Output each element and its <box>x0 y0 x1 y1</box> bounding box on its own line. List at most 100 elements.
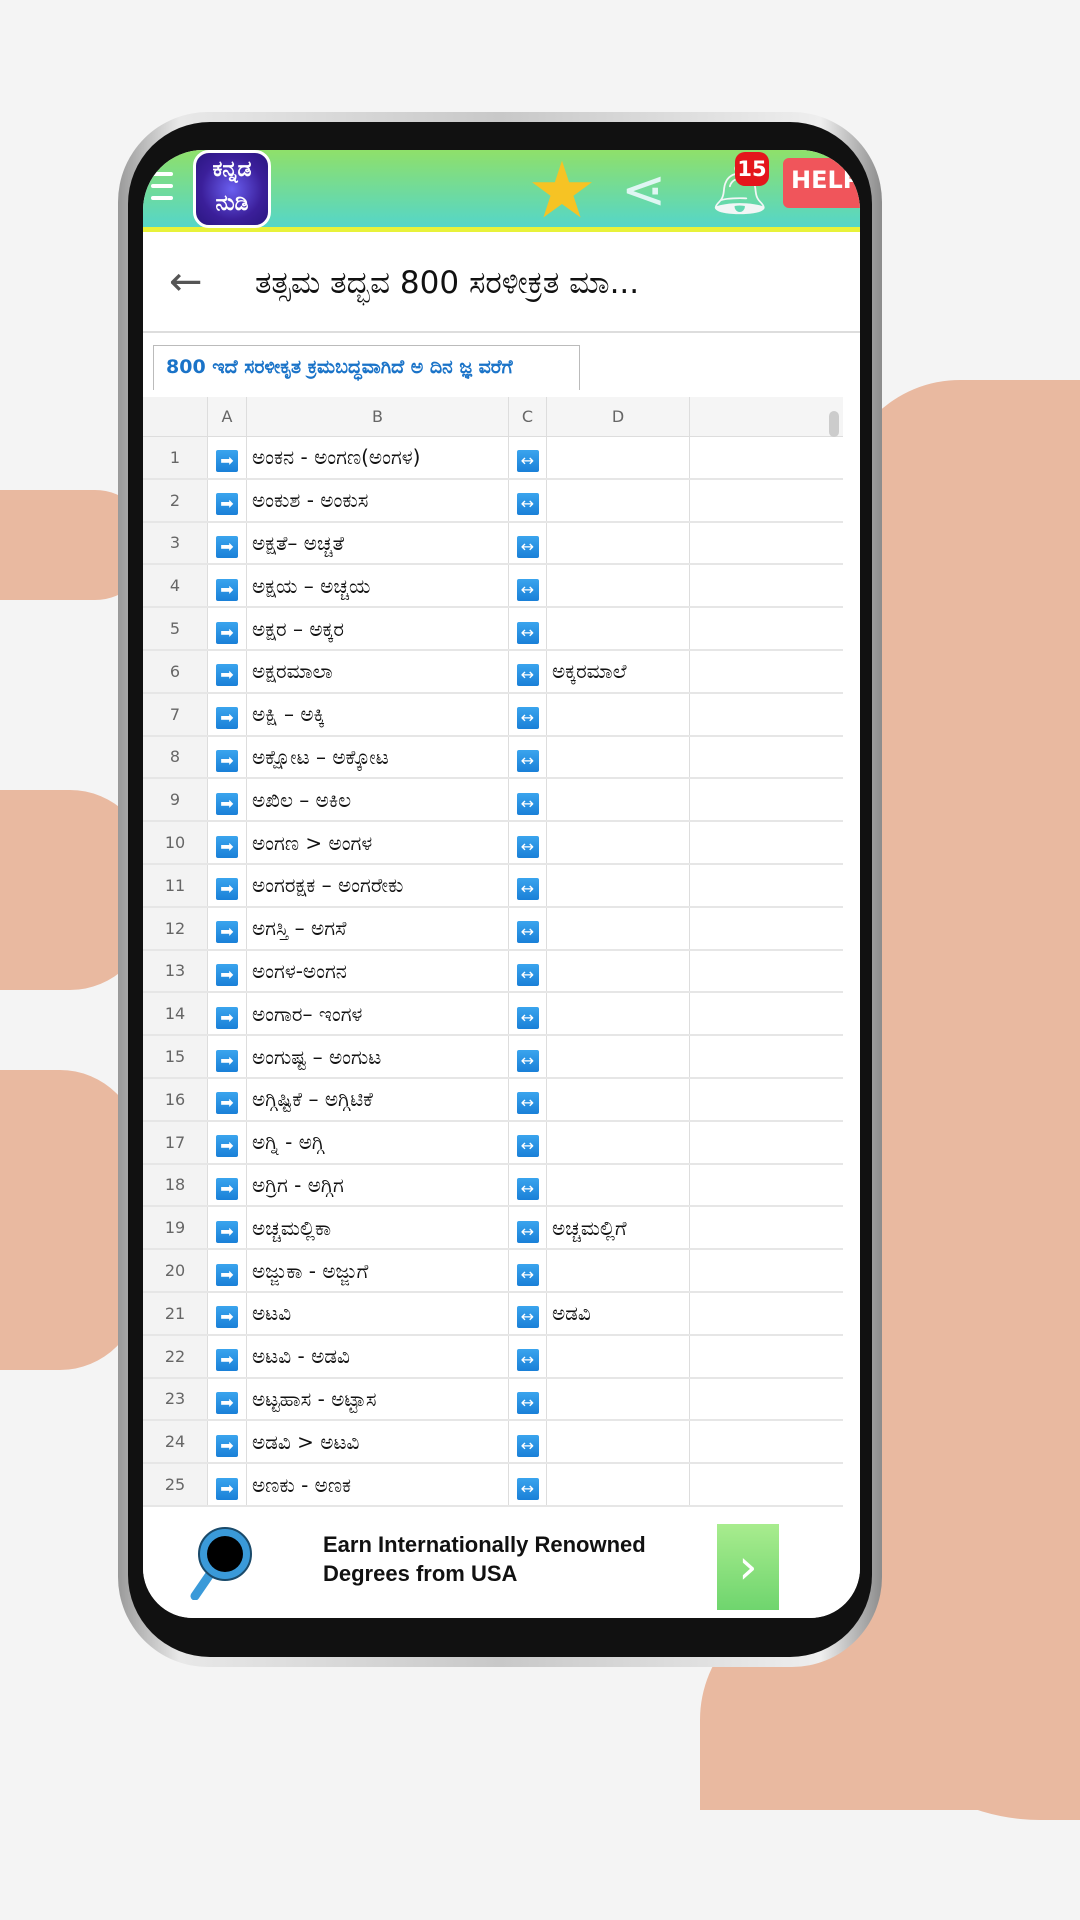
cell-d[interactable]: ಅಕ್ಕರಮಾಲೆ <box>547 650 690 692</box>
cell-b[interactable]: ಅಂಗುಷ್ಟ – ಅಂಗುಟ <box>247 1036 509 1077</box>
cell-a[interactable]: ➡ <box>208 1078 247 1120</box>
arrow-right-icon[interactable]: ➡ <box>216 1092 238 1115</box>
ad-banner[interactable]: Earn Internationally Renowned Degrees fro… <box>143 1522 860 1618</box>
arrow-right-icon[interactable]: ➡ <box>216 1434 238 1457</box>
cell-a[interactable]: ➡ <box>208 437 247 478</box>
cell-b[interactable]: ಅಂಕನ - ಅಂಗಣ(ಅಂಗಳ) <box>247 437 509 478</box>
swap-arrows-icon[interactable]: ↔ <box>516 1006 539 1029</box>
cell-c[interactable]: ↔ <box>509 1378 547 1420</box>
cell-b[interactable]: ಅಗಸ್ತಿ – ಅಗಸೆ <box>247 907 509 949</box>
cell-b[interactable]: ಅಂಗಳ-ಅಂಗನ <box>247 950 509 992</box>
cell-c[interactable]: ↔ <box>509 522 547 564</box>
cell-b[interactable]: ಅಂಗಾರ– ಇಂಗಳ <box>247 993 509 1035</box>
ad-text[interactable]: Earn Internationally Renowned Degrees fro… <box>323 1530 646 1588</box>
swap-arrows-icon[interactable]: ↔ <box>516 1263 539 1286</box>
column-header-a[interactable]: A <box>208 397 247 436</box>
cell-b[interactable]: ಅಕ್ಷಯ – ಅಚ್ಚಯ <box>247 565 509 607</box>
cell-d[interactable] <box>547 950 690 992</box>
cell-b[interactable]: ಅಗ್ಗಿಷ್ಟಿಕೆ – ಅಗ್ಗಿಟಿಕೆ <box>247 1078 509 1120</box>
cell-a[interactable]: ➡ <box>208 1121 247 1163</box>
arrow-right-icon[interactable]: ➡ <box>216 1049 238 1072</box>
cell-c[interactable]: ↔ <box>509 1036 547 1077</box>
cell-c[interactable]: ↔ <box>509 907 547 949</box>
star-icon[interactable]: ★ <box>527 152 597 230</box>
cell-c[interactable]: ↔ <box>509 693 547 735</box>
cell-b[interactable]: ಅಕ್ಷಿ – ಅಕ್ಕಿ <box>247 693 509 735</box>
cell-c[interactable]: ↔ <box>509 1421 547 1463</box>
ad-chevron-right-icon[interactable]: › <box>717 1524 779 1610</box>
cell-b[interactable]: ಅಗ್ನಿ - ಅಗ್ಗಿ <box>247 1121 509 1163</box>
cell-d[interactable] <box>547 736 690 778</box>
column-header-d[interactable]: D <box>547 397 690 436</box>
app-logo[interactable]: ಕನ್ನಡ ನುಡಿ <box>193 150 271 228</box>
arrow-right-icon[interactable]: ➡ <box>216 1349 238 1372</box>
cell-d[interactable] <box>547 522 690 564</box>
menu-icon[interactable] <box>151 172 173 208</box>
cell-c[interactable]: ↔ <box>509 864 547 906</box>
cell-d[interactable] <box>547 1164 690 1206</box>
arrow-right-icon[interactable]: ➡ <box>216 963 238 986</box>
cell-a[interactable]: ➡ <box>208 779 247 821</box>
arrow-right-icon[interactable]: ➡ <box>216 1220 238 1243</box>
cell-d[interactable] <box>547 1250 690 1291</box>
cell-a[interactable]: ➡ <box>208 907 247 949</box>
cell-b[interactable]: ಅಕ್ಷತೆ– ಅಚ್ಚತೆ <box>247 522 509 564</box>
cell-d[interactable]: ಅಚ್ಚಮಲ್ಲಿಗೆ <box>547 1207 690 1249</box>
cell-a[interactable]: ➡ <box>208 1292 247 1334</box>
cell-d[interactable] <box>547 1121 690 1163</box>
cell-c[interactable]: ↔ <box>509 1164 547 1206</box>
cell-a[interactable]: ➡ <box>208 650 247 692</box>
cell-a[interactable]: ➡ <box>208 693 247 735</box>
cell-b[interactable]: ಅಜ್ಜುಕಾ - ಅಜ್ಜುಗೆ <box>247 1250 509 1291</box>
cell-a[interactable]: ➡ <box>208 1421 247 1463</box>
cell-c[interactable]: ↔ <box>509 822 547 863</box>
swap-arrows-icon[interactable]: ↔ <box>516 1306 539 1329</box>
cell-c[interactable]: ↔ <box>509 779 547 821</box>
cell-d[interactable] <box>547 1335 690 1377</box>
swap-arrows-icon[interactable]: ↔ <box>516 621 539 644</box>
arrow-right-icon[interactable]: ➡ <box>216 1306 238 1329</box>
arrow-right-icon[interactable]: ➡ <box>216 1263 238 1286</box>
swap-arrows-icon[interactable]: ↔ <box>516 792 539 815</box>
cell-d[interactable] <box>547 565 690 607</box>
cell-c[interactable]: ↔ <box>509 437 547 478</box>
column-header-b[interactable]: B <box>247 397 509 436</box>
cell-d[interactable]: ಅಡವಿ <box>547 1292 690 1334</box>
swap-arrows-icon[interactable]: ↔ <box>516 707 539 730</box>
cell-a[interactable]: ➡ <box>208 1036 247 1077</box>
arrow-right-icon[interactable]: ➡ <box>216 1177 238 1200</box>
cell-c[interactable]: ↔ <box>509 479 547 521</box>
cell-c[interactable]: ↔ <box>509 1078 547 1120</box>
cell-c[interactable]: ↔ <box>509 608 547 649</box>
cell-d[interactable] <box>547 437 690 478</box>
cell-c[interactable]: ↔ <box>509 1292 547 1334</box>
cell-d[interactable] <box>547 1421 690 1463</box>
cell-c[interactable]: ↔ <box>509 650 547 692</box>
cell-d[interactable] <box>547 1378 690 1420</box>
cell-a[interactable]: ➡ <box>208 864 247 906</box>
cell-b[interactable]: ಅಟವಿ <box>247 1292 509 1334</box>
cell-b[interactable]: ಅಕ್ಷರಮಾಲಾ <box>247 650 509 692</box>
swap-arrows-icon[interactable]: ↔ <box>516 963 539 986</box>
cell-b[interactable]: ಅಖಿಲ – ಅಕಿಲ <box>247 779 509 821</box>
cell-b[interactable]: ಅಕ್ಷೋಟ – ಅಕ್ಕೋಟ <box>247 736 509 778</box>
cell-c[interactable]: ↔ <box>509 993 547 1035</box>
cell-a[interactable]: ➡ <box>208 1464 247 1505</box>
swap-arrows-icon[interactable]: ↔ <box>516 578 539 601</box>
cell-d[interactable] <box>547 779 690 821</box>
cell-b[interactable]: ಅಟ್ಟಹಾಸ - ಅಟ್ಟಾಸ <box>247 1378 509 1420</box>
cell-b[interactable]: ಅಚ್ಚಮಲ್ಲಿಕಾ <box>247 1207 509 1249</box>
swap-arrows-icon[interactable]: ↔ <box>516 1477 539 1500</box>
cell-c[interactable]: ↔ <box>509 1250 547 1291</box>
arrow-right-icon[interactable]: ➡ <box>216 578 238 601</box>
swap-arrows-icon[interactable]: ↔ <box>516 749 539 772</box>
cell-b[interactable]: ಅಂಕುಶ - ಅಂಕುಸ <box>247 479 509 521</box>
cell-d[interactable] <box>547 479 690 521</box>
swap-arrows-icon[interactable]: ↔ <box>516 1177 539 1200</box>
arrow-right-icon[interactable]: ➡ <box>216 1135 238 1158</box>
cell-a[interactable]: ➡ <box>208 1207 247 1249</box>
cell-d[interactable] <box>547 864 690 906</box>
arrow-right-icon[interactable]: ➡ <box>216 921 238 944</box>
arrow-right-icon[interactable]: ➡ <box>216 664 238 687</box>
arrow-right-icon[interactable]: ➡ <box>216 493 238 516</box>
